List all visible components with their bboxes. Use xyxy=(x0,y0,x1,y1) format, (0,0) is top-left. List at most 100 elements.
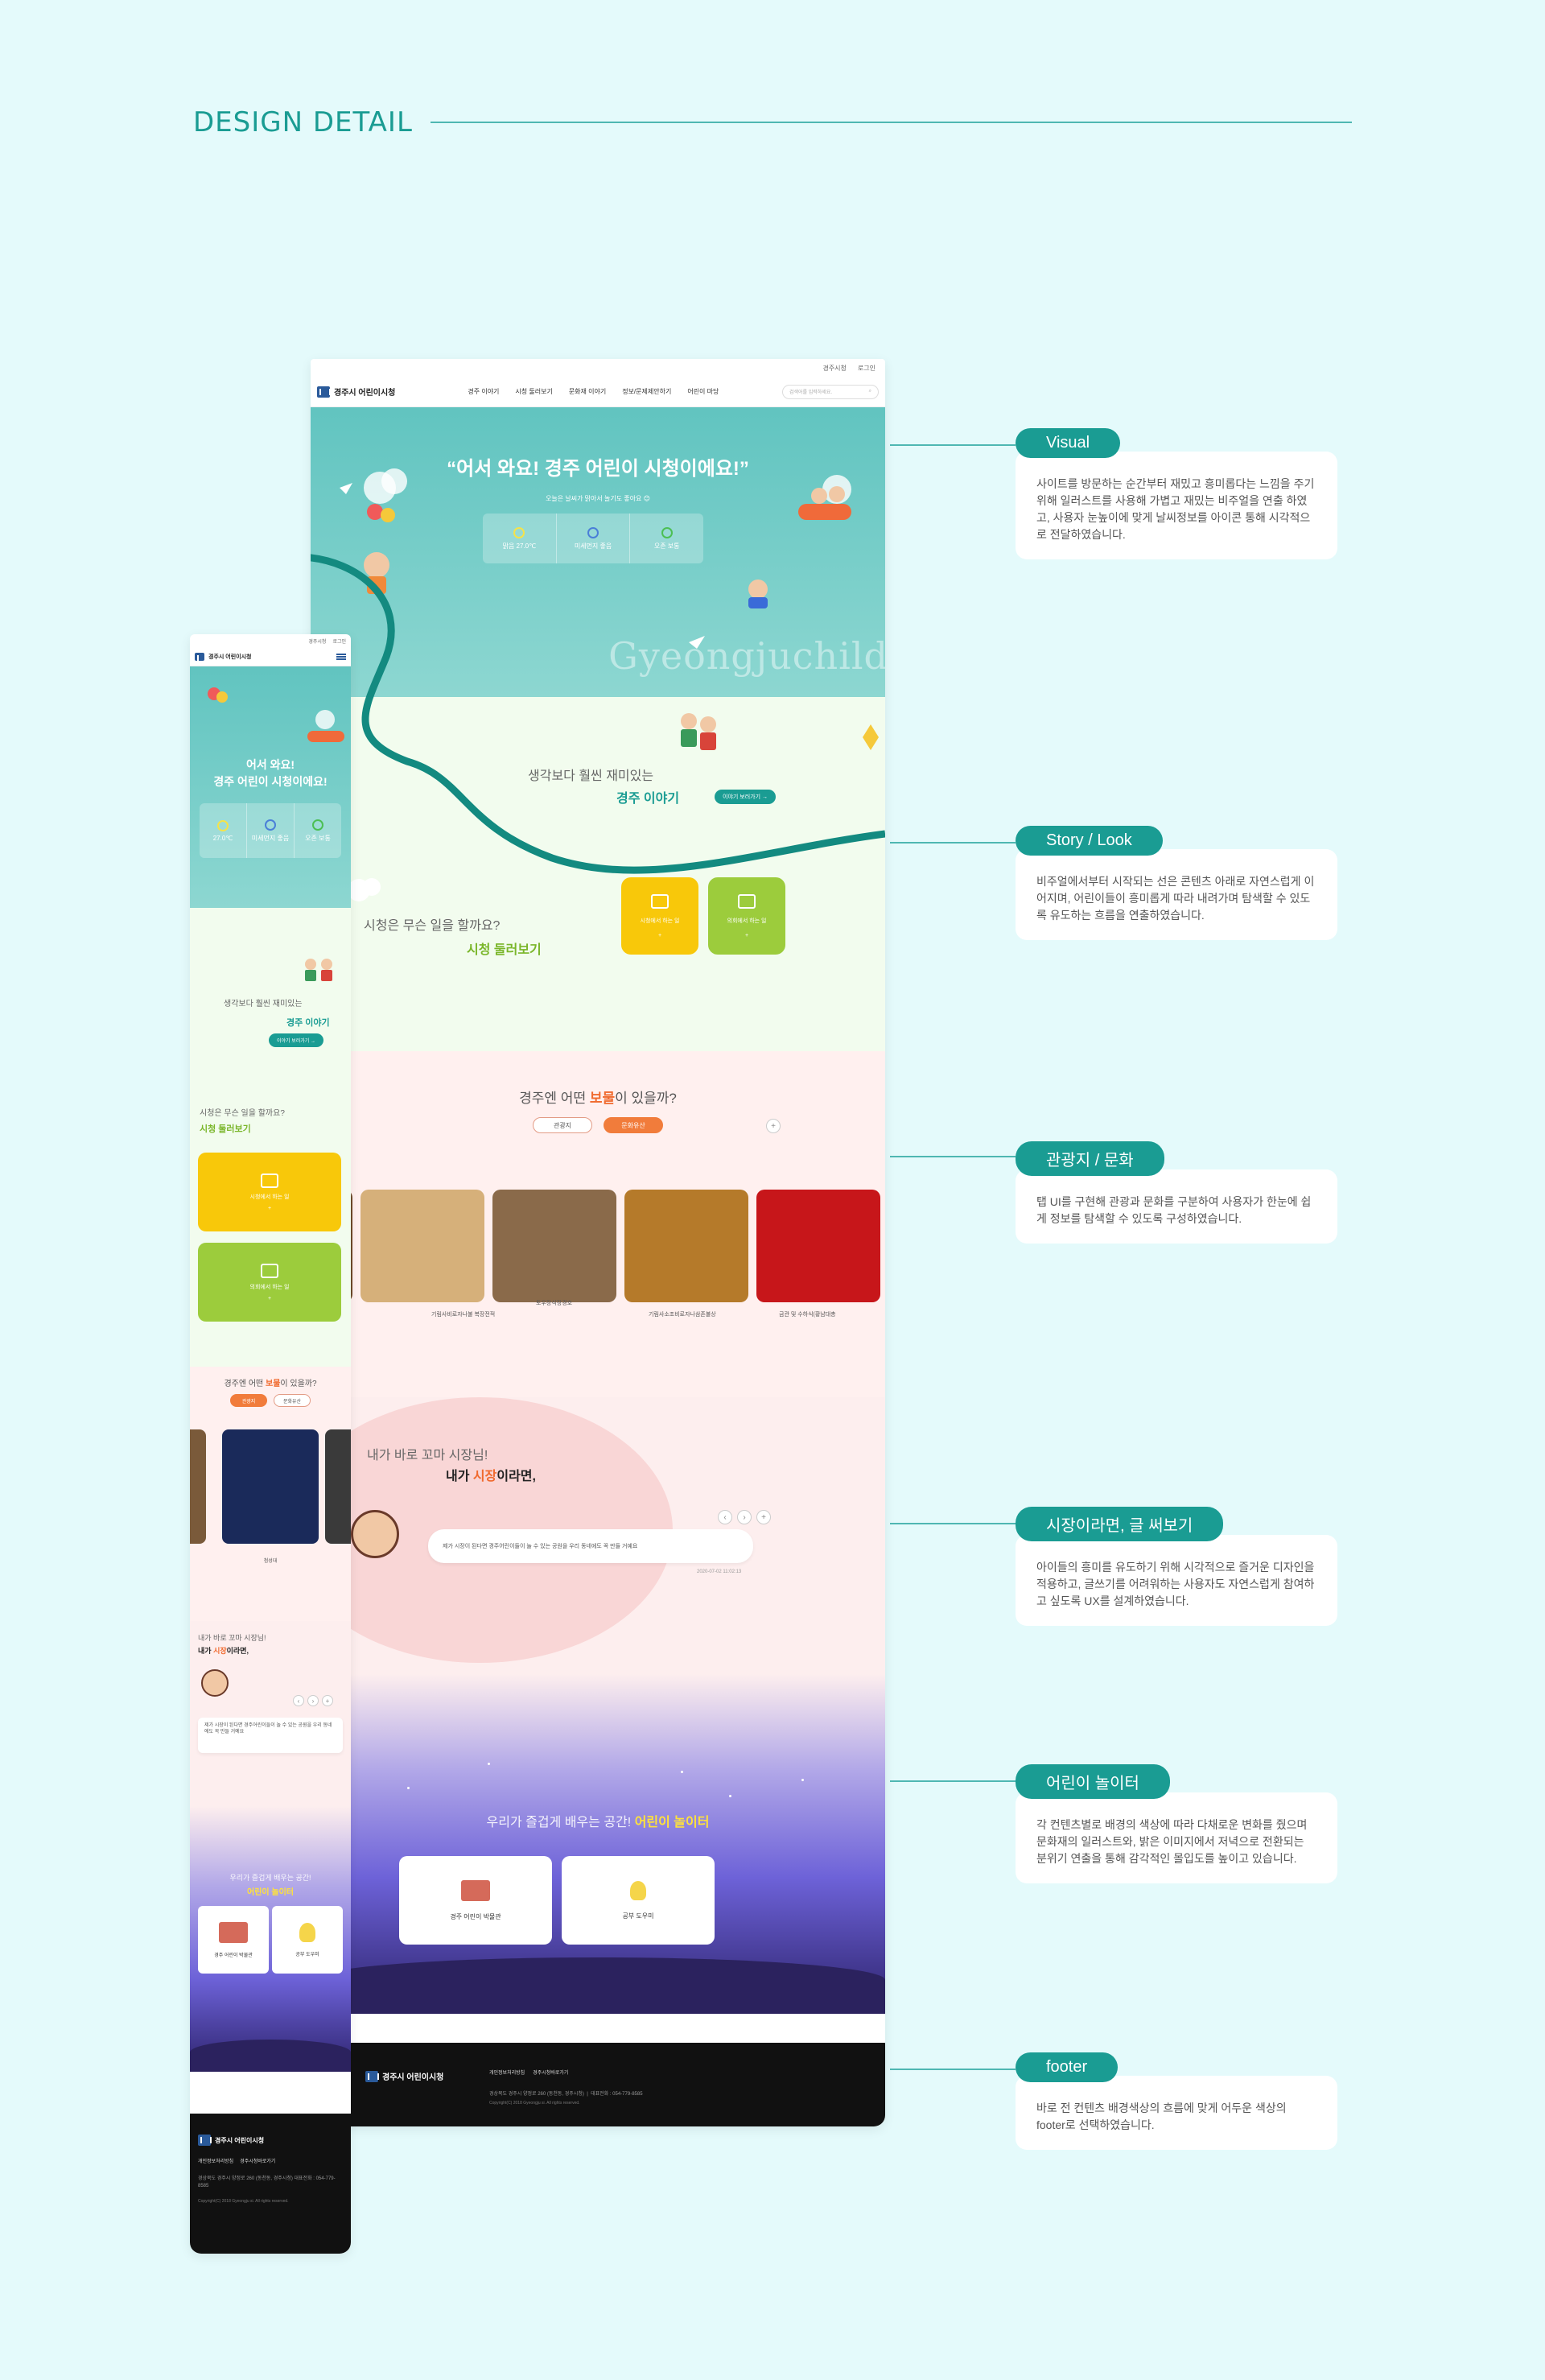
site-logo[interactable]: 경주시 어린이시청 xyxy=(317,386,395,398)
desktop-mockup: 경주시청 로그인 경주시 어린이시청 경주 이야기 시청 둘러보기 문화재 이야… xyxy=(311,359,885,2126)
heritage-photo[interactable] xyxy=(756,1190,880,1302)
cityhall-work-label: 시청에서 하는 일 xyxy=(640,918,680,924)
util-link-cityhall[interactable]: 경주시청 xyxy=(822,364,846,377)
mobile-cityhall-label: 시청에서 하는 일 xyxy=(249,1194,290,1200)
mobile-heritage-title: 경주엔 어떤 보물이 있을까? xyxy=(190,1376,351,1388)
connector-line xyxy=(890,1156,1016,1157)
mobile-mayor-line1: 내가 바로 꼬마 시장님! xyxy=(198,1634,266,1642)
story-more-button[interactable]: 이야기 보러가기 → xyxy=(715,790,776,804)
menu-item-heritage[interactable]: 문화재 이야기 xyxy=(569,387,606,396)
building-icon xyxy=(651,893,669,909)
mobile-site-name: 경주시 어린이시청 xyxy=(208,654,252,660)
mobile-look-line2: 시청 둘러보기 xyxy=(200,1124,251,1134)
mobile-story-line1: 생각보다 훨씬 재미있는 xyxy=(224,1000,303,1009)
weather-dust: 미세먼지 좋음 xyxy=(557,514,631,563)
footer-links: 개인정보처리방침 경주시청바로가기 xyxy=(489,2069,568,2076)
annotation-text: 바로 전 컨텐츠 배경색상의 흐름에 맞게 어두운 색상의 footer로 선택… xyxy=(1016,2076,1337,2150)
chevron-left-icon[interactable]: ‹ xyxy=(718,1510,732,1524)
write-plus-button[interactable]: + xyxy=(322,1695,333,1706)
building-icon xyxy=(261,1173,278,1188)
chevron-left-icon[interactable]: ‹ xyxy=(293,1695,304,1706)
mobile-footer-address: 경상북도 경주시 양정로 260 (동천동, 경주시청) 대표전화 : 054-… xyxy=(198,2176,336,2188)
council-work-card[interactable]: 의회에서 하는 일 + xyxy=(708,877,785,955)
heritage-caption: 토우장식장경호 xyxy=(536,1301,573,1306)
mobile-museum-label: 경주 어린이 박물관 xyxy=(214,1953,253,1958)
heritage-title-pre: 경주엔 어떤 xyxy=(224,1380,266,1388)
search-input[interactable]: 검색어를 입력하세요. ⌕ xyxy=(782,384,879,399)
annotation-tag: 관광지 / 문화 xyxy=(1016,1141,1164,1176)
heritage-title-highlight: 보물 xyxy=(589,1091,616,1106)
mobile-mayor-message[interactable]: 제가 시장이 된다면 경주어린이들이 놀 수 있는 공원을 우리 동네에도 꼭 … xyxy=(198,1718,343,1753)
main-menu: 경주 이야기 시청 둘러보기 문화재 이야기 정보/문제제안하기 어린이 마당 xyxy=(468,387,719,396)
kids-museum-card[interactable]: 경주 어린이 박물관 xyxy=(399,1856,552,1945)
mayor-line2-pre: 내가 xyxy=(198,1647,214,1655)
annotation-story-look: Story / Look 비주얼에서부터 시작되는 선은 콘텐츠 아래로 자연스… xyxy=(1016,826,1337,940)
mobile-story-button[interactable]: 이야기 보러가기 → xyxy=(269,1033,323,1047)
footer-logo[interactable]: 경주시 어린이시청 xyxy=(365,2070,443,2082)
menu-item-cityhall[interactable]: 시청 둘러보기 xyxy=(515,387,552,396)
museum-icon xyxy=(461,1879,490,1901)
story-more-label: 이야기 보러가기 xyxy=(723,794,761,800)
mobile-util-cityhall[interactable]: 경주시청 xyxy=(308,637,326,647)
mobile-headline: 어서 와요! 경주 어린이 시청이에요! xyxy=(190,757,351,790)
annotation-text: 사이트를 방문하는 순간부터 재밌고 흥미롭다는 느낌을 주기위해 일러스트를 … xyxy=(1016,452,1337,559)
heritage-tabs: 관광지 문화유산 xyxy=(311,1117,885,1133)
council-work-label: 의회에서 하는 일 xyxy=(727,918,767,924)
privacy-link[interactable]: 개인정보처리방침 xyxy=(489,2069,525,2076)
search-icon[interactable]: ⌕ xyxy=(869,389,871,394)
cityhall-link[interactable]: 경주시청바로가기 xyxy=(240,2157,275,2164)
heritage-photo[interactable] xyxy=(492,1190,616,1302)
playground-line1: 우리가 즐겁게 배우는 공간! xyxy=(486,1816,632,1829)
tab-tour[interactable]: 관광지 xyxy=(230,1394,267,1407)
plus-icon: + xyxy=(267,1205,272,1211)
heritage-photo-cheomseongdae[interactable] xyxy=(222,1429,319,1544)
mobile-util-login[interactable]: 로그인 xyxy=(332,637,346,647)
heritage-photo[interactable] xyxy=(360,1190,484,1302)
kid-illustration xyxy=(201,1669,229,1697)
tab-heritage[interactable]: 문화유산 xyxy=(604,1117,663,1133)
look-line2: 시청 둘러보기 xyxy=(467,943,542,957)
chevron-right-icon[interactable]: › xyxy=(737,1510,752,1524)
connector-line xyxy=(890,444,1016,446)
cityhall-work-card[interactable]: 시청에서 하는 일 + xyxy=(621,877,698,955)
more-plus-button[interactable]: + xyxy=(766,1119,781,1133)
heritage-section: 경주엔 어떤 보물이 있을까? 관광지 문화유산 + 기림사비로자나불 복장전적… xyxy=(311,1051,885,1397)
mobile-museum-card[interactable]: 경주 어린이 박물관 xyxy=(198,1906,269,1974)
menu-item-story[interactable]: 경주 이야기 xyxy=(468,387,499,396)
logo-icon xyxy=(198,2135,212,2146)
cityhall-link[interactable]: 경주시청바로가기 xyxy=(533,2069,568,2076)
study-helper-card[interactable]: 공부 도우미 xyxy=(562,1856,715,1945)
menu-item-suggest[interactable]: 정보/문제제안하기 xyxy=(622,387,671,396)
mobile-logo[interactable]: 경주시 어린이시청 xyxy=(195,652,252,662)
playground-line2: 어린이 놀이터 xyxy=(634,1816,710,1829)
mobile-study-card[interactable]: 공부 도우미 xyxy=(272,1906,343,1974)
hamburger-menu-icon[interactable] xyxy=(336,653,346,660)
mobile-council-card[interactable]: 의회에서 하는 일 + xyxy=(198,1243,341,1322)
menu-item-kids[interactable]: 어린이 마당 xyxy=(687,387,719,396)
mobile-mayor: 내가 바로 꼬마 시장님! 내가 시장이라면, ‹ › + 제가 시장이 된다면… xyxy=(190,1621,351,1806)
look-line1: 시청은 무슨 일을 할까요? xyxy=(364,919,501,933)
mayor-line2-pre: 내가 xyxy=(446,1470,473,1483)
write-plus-button[interactable]: + xyxy=(756,1510,771,1524)
heritage-photo[interactable] xyxy=(624,1190,748,1302)
mobile-headline-1: 어서 와요! xyxy=(245,758,295,771)
star xyxy=(729,1795,731,1797)
museum-icon xyxy=(219,1921,248,1943)
privacy-link[interactable]: 개인정보처리방침 xyxy=(198,2157,233,2164)
tab-tour[interactable]: 관광지 xyxy=(533,1117,592,1133)
tab-heritage[interactable]: 문화유산 xyxy=(274,1394,311,1407)
mayor-line2: 내가 시장이라면, xyxy=(446,1465,536,1484)
mayor-message-bubble[interactable]: 제가 시장이 된다면 경주어린이들이 놀 수 있는 공원을 우리 동네에도 꼭 … xyxy=(428,1529,753,1563)
mobile-cityhall-card[interactable]: 시청에서 하는 일 + xyxy=(198,1153,341,1231)
heritage-photo[interactable] xyxy=(325,1429,351,1544)
chevron-right-icon[interactable]: › xyxy=(307,1695,319,1706)
mobile-visual: 어서 와요! 경주 어린이 시청이에요! 27.0℃ 미세먼지 좋음 오존 보통 xyxy=(190,666,351,908)
kid-illustration xyxy=(351,1510,399,1558)
mobile-footer-logo[interactable]: 경주시 어린이시청 xyxy=(198,2135,343,2146)
mobile-play-line1: 우리가 즐겁게 배우는 공간! xyxy=(229,1874,311,1882)
mobile-story-button-label: 이야기 보러가기 xyxy=(277,1039,310,1044)
heritage-photo[interactable] xyxy=(190,1429,206,1544)
footer-address-text: 경상북도 경주시 양정로 260 (동천동, 경주시청) xyxy=(489,2092,584,2097)
util-link-login[interactable]: 로그인 xyxy=(858,364,876,377)
mobile-heritage: 경주엔 어떤 보물이 있을까? 관광지 문화유산 첨성대 xyxy=(190,1367,351,1621)
